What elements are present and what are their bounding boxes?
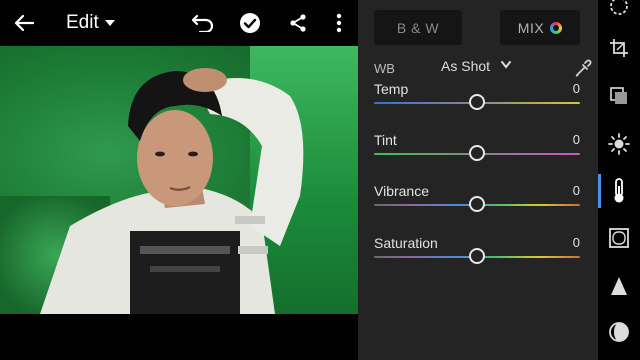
undo-button[interactable] — [188, 0, 218, 46]
color-tool[interactable] — [605, 177, 633, 205]
detail-icon — [611, 277, 627, 295]
crop-tool[interactable] — [605, 34, 633, 62]
slider-thumb[interactable] — [469, 248, 485, 264]
mix-label: MIX — [517, 19, 545, 36]
thermometer-icon — [614, 178, 624, 203]
vibrance-slider[interactable]: Vibrance 0 — [374, 183, 580, 223]
edit-mode-label: Edit — [66, 12, 99, 33]
wb-preset-dropdown[interactable]: As Shot — [441, 58, 490, 74]
selective-icon — [610, 0, 628, 15]
undo-icon — [191, 14, 214, 32]
bw-label: B & W — [396, 19, 440, 36]
slider-value: 0 — [572, 81, 580, 96]
bw-toggle-button[interactable]: B & W — [374, 10, 462, 45]
apply-button[interactable] — [237, 0, 263, 46]
photo-bottom-area — [0, 314, 358, 360]
eyedropper-icon[interactable] — [574, 58, 592, 78]
color-mix-button[interactable]: MIX — [500, 10, 580, 45]
slider-thumb[interactable] — [469, 94, 485, 110]
share-icon — [290, 14, 306, 32]
photo-canvas[interactable] — [0, 46, 358, 314]
optics-tool[interactable] — [605, 318, 633, 346]
top-toolbar: Edit — [0, 0, 358, 46]
more-options-button[interactable] — [329, 0, 349, 46]
color-wheel-icon — [550, 21, 563, 34]
back-button[interactable] — [8, 0, 40, 46]
presets-tool[interactable] — [605, 82, 633, 110]
share-button[interactable] — [286, 0, 310, 46]
edit-tool-strip — [598, 0, 640, 360]
edit-mode-dropdown[interactable]: Edit — [66, 0, 115, 46]
optics-icon — [609, 322, 629, 342]
slider-label: Vibrance — [374, 183, 430, 199]
slider-label: Temp — [374, 81, 409, 97]
detail-tool[interactable] — [605, 272, 633, 300]
tint-slider[interactable]: Tint 0 — [374, 132, 580, 172]
slider-thumb[interactable] — [469, 196, 485, 212]
active-tool-indicator — [598, 174, 601, 208]
chevron-down-icon[interactable] — [500, 60, 512, 70]
more-vertical-icon — [336, 13, 342, 33]
presets-icon — [610, 87, 627, 104]
color-panel: B & W MIX WB As Shot Temp 0 Tint 0 Vibra… — [358, 0, 598, 360]
slider-value: 0 — [572, 183, 580, 198]
light-icon — [608, 133, 630, 155]
light-tool[interactable] — [605, 130, 633, 158]
white-balance-row: WB As Shot — [374, 58, 592, 78]
effects-tool[interactable] — [605, 224, 633, 252]
caret-down-icon — [104, 20, 115, 26]
saturation-slider[interactable]: Saturation 0 — [374, 235, 580, 275]
check-circle-icon — [240, 13, 260, 33]
crop-icon — [610, 39, 628, 57]
selective-tool[interactable] — [605, 0, 633, 20]
slider-value: 0 — [572, 132, 580, 147]
arrow-left-icon — [14, 14, 34, 32]
temp-slider[interactable]: Temp 0 — [374, 81, 580, 121]
wb-label: WB — [374, 61, 395, 76]
slider-label: Tint — [374, 132, 397, 148]
slider-value: 0 — [572, 235, 580, 250]
slider-thumb[interactable] — [469, 145, 485, 161]
slider-label: Saturation — [374, 235, 438, 251]
photo-subject — [40, 68, 304, 314]
effects-icon — [609, 228, 629, 248]
